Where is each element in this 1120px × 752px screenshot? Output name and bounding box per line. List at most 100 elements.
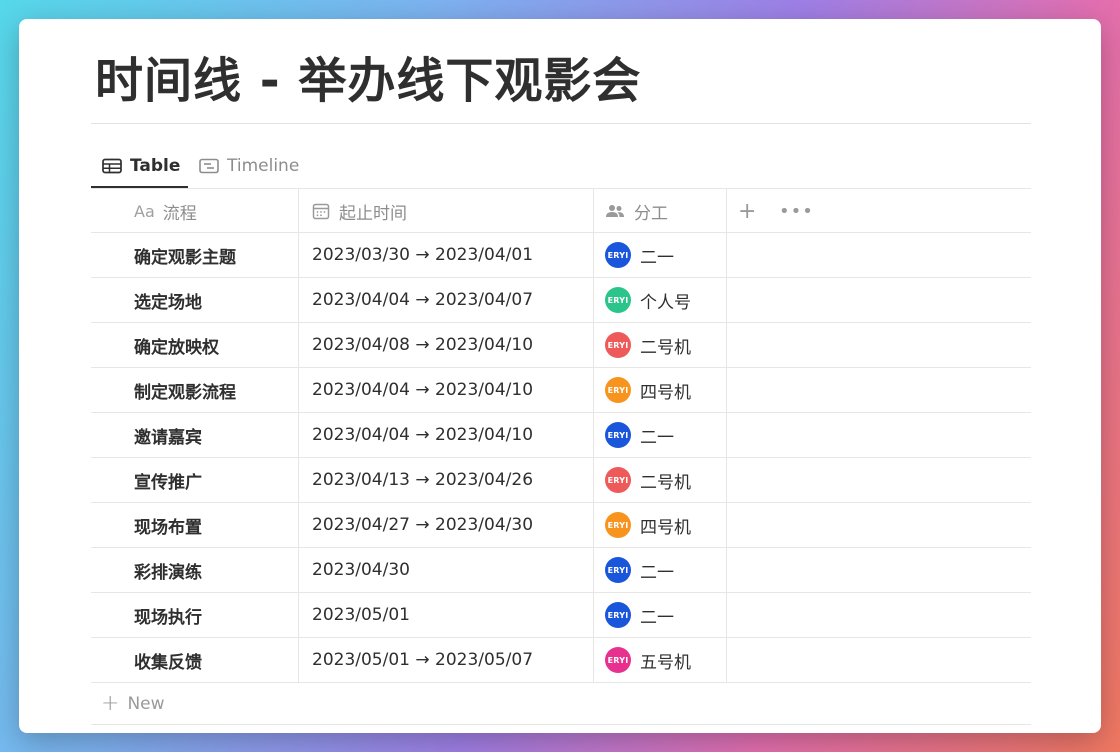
empty-cell[interactable] <box>726 233 1031 277</box>
table-row[interactable]: 现场布置 2023/04/27 → 2023/04/30 ERYI 四号机 <box>91 503 1031 548</box>
empty-cell[interactable] <box>726 323 1031 367</box>
table-row[interactable]: 宣传推广 2023/04/13 → 2023/04/26 ERYI 二号机 <box>91 458 1031 503</box>
row-dates: 2023/04/04 → 2023/04/10 <box>312 380 534 400</box>
assignee-cell[interactable]: ERYI 二一 <box>593 233 726 277</box>
empty-cell[interactable] <box>726 368 1031 412</box>
table-row[interactable]: 邀请嘉宾 2023/04/04 → 2023/04/10 ERYI 二一 <box>91 413 1031 458</box>
timeline-icon <box>199 158 219 173</box>
row-assignee: 二号机 <box>640 472 691 493</box>
assignee-cell[interactable]: ERYI 二一 <box>593 548 726 592</box>
dates-cell[interactable]: 2023/04/04 → 2023/04/10 <box>298 413 593 457</box>
notion-window: 时间线 - 举办线下观影会 Table Timeline Aa 流程 起止时间 … <box>19 19 1101 733</box>
avatar: ERYI <box>605 287 631 313</box>
row-dates: 2023/04/04 → 2023/04/10 <box>312 425 534 445</box>
row-name: 制定观影流程 <box>134 382 236 403</box>
dates-cell[interactable]: 2023/04/13 → 2023/04/26 <box>298 458 593 502</box>
table-row[interactable]: 收集反馈 2023/05/01 → 2023/05/07 ERYI 五号机 <box>91 638 1031 683</box>
tab-table[interactable]: Table <box>91 143 188 188</box>
dates-cell[interactable]: 2023/05/01 <box>298 593 593 637</box>
avatar: ERYI <box>605 242 631 268</box>
empty-cell[interactable] <box>726 413 1031 457</box>
avatar: ERYI <box>605 602 631 628</box>
name-cell[interactable]: 现场布置 <box>91 503 298 547</box>
empty-cell[interactable] <box>726 278 1031 322</box>
row-assignee: 二一 <box>640 607 674 628</box>
tab-timeline-label: Timeline <box>227 155 300 176</box>
table-row[interactable]: 制定观影流程 2023/04/04 → 2023/04/10 ERYI 四号机 <box>91 368 1031 413</box>
avatar: ERYI <box>605 557 631 583</box>
name-cell[interactable]: 选定场地 <box>91 278 298 322</box>
assignee-cell[interactable]: ERYI 二号机 <box>593 323 726 367</box>
row-assignee: 四号机 <box>640 517 691 538</box>
name-cell[interactable]: 现场执行 <box>91 593 298 637</box>
more-options-icon[interactable]: ••• <box>779 189 814 233</box>
row-assignee: 二一 <box>640 562 674 583</box>
row-assignee: 二一 <box>640 427 674 448</box>
row-assignee: 四号机 <box>640 382 691 403</box>
dates-cell[interactable]: 2023/04/08 → 2023/04/10 <box>298 323 593 367</box>
name-cell[interactable]: 彩排演练 <box>91 548 298 592</box>
row-name: 现场布置 <box>134 517 202 538</box>
avatar: ERYI <box>605 512 631 538</box>
dates-cell[interactable]: 2023/04/27 → 2023/04/30 <box>298 503 593 547</box>
new-row-label: New <box>127 693 165 714</box>
row-assignee: 个人号 <box>640 292 691 313</box>
avatar: ERYI <box>605 332 631 358</box>
name-cell[interactable]: 邀请嘉宾 <box>91 413 298 457</box>
assignee-cell[interactable]: ERYI 二号机 <box>593 458 726 502</box>
empty-cell[interactable] <box>726 458 1031 502</box>
column-header-dates[interactable]: 起止时间 <box>298 189 593 233</box>
page-title: 时间线 - 举办线下观影会 <box>95 53 642 109</box>
row-assignee: 五号机 <box>640 652 691 673</box>
row-name: 现场执行 <box>134 607 202 628</box>
table-body: 确定观影主题 2023/03/30 → 2023/04/01 ERYI 二一 选定场地 2… <box>91 233 1031 683</box>
database-table: Aa 流程 起止时间 分工 + ••• 确定观影主题 2023/03/30 → … <box>91 188 1031 725</box>
row-dates: 2023/03/30 → 2023/04/01 <box>312 245 534 265</box>
table-row[interactable]: 彩排演练 2023/04/30 ERYI 二一 <box>91 548 1031 593</box>
empty-cell[interactable] <box>726 638 1031 682</box>
avatar: ERYI <box>605 422 631 448</box>
row-dates: 2023/05/01 <box>312 605 410 625</box>
view-tabs: Table Timeline <box>91 143 1031 188</box>
new-row-button[interactable]: + New <box>91 683 1031 725</box>
empty-cell[interactable] <box>726 503 1031 547</box>
dates-cell[interactable]: 2023/03/30 → 2023/04/01 <box>298 233 593 277</box>
row-assignee: 二号机 <box>640 337 691 358</box>
column-header-name-label: 流程 <box>162 203 197 224</box>
column-header-name[interactable]: Aa 流程 <box>91 189 298 233</box>
name-cell[interactable]: 确定观影主题 <box>91 233 298 277</box>
column-header-assignee[interactable]: 分工 <box>593 189 726 233</box>
tab-timeline[interactable]: Timeline <box>199 143 319 188</box>
row-name: 邀请嘉宾 <box>134 427 202 448</box>
table-row[interactable]: 选定场地 2023/04/04 → 2023/04/07 ERYI 个人号 <box>91 278 1031 323</box>
assignee-cell[interactable]: ERYI 二一 <box>593 593 726 637</box>
empty-cell[interactable] <box>726 593 1031 637</box>
name-cell[interactable]: 宣传推广 <box>91 458 298 502</box>
name-cell[interactable]: 确定放映权 <box>91 323 298 367</box>
avatar: ERYI <box>605 467 631 493</box>
name-cell[interactable]: 制定观影流程 <box>91 368 298 412</box>
dates-cell[interactable]: 2023/04/04 → 2023/04/07 <box>298 278 593 322</box>
plus-icon: + <box>101 691 120 716</box>
empty-cell[interactable] <box>726 548 1031 592</box>
name-cell[interactable]: 收集反馈 <box>91 638 298 682</box>
row-dates: 2023/04/30 <box>312 560 410 580</box>
row-dates: 2023/04/13 → 2023/04/26 <box>312 470 534 490</box>
assignee-cell[interactable]: ERYI 五号机 <box>593 638 726 682</box>
people-icon <box>605 203 625 219</box>
table-row[interactable]: 确定放映权 2023/04/08 → 2023/04/10 ERYI 二号机 <box>91 323 1031 368</box>
assignee-cell[interactable]: ERYI 二一 <box>593 413 726 457</box>
tab-table-label: Table <box>130 155 181 176</box>
assignee-cell[interactable]: ERYI 四号机 <box>593 368 726 412</box>
add-column-plus-icon[interactable]: + <box>738 189 756 233</box>
table-row[interactable]: 现场执行 2023/05/01 ERYI 二一 <box>91 593 1031 638</box>
row-dates: 2023/04/04 → 2023/04/07 <box>312 290 534 310</box>
table-row[interactable]: 确定观影主题 2023/03/30 → 2023/04/01 ERYI 二一 <box>91 233 1031 278</box>
assignee-cell[interactable]: ERYI 四号机 <box>593 503 726 547</box>
dates-cell[interactable]: 2023/05/01 → 2023/05/07 <box>298 638 593 682</box>
dates-cell[interactable]: 2023/04/30 <box>298 548 593 592</box>
column-header-dates-label: 起止时间 <box>339 203 407 224</box>
table-header: Aa 流程 起止时间 分工 + ••• <box>91 188 1031 233</box>
dates-cell[interactable]: 2023/04/04 → 2023/04/10 <box>298 368 593 412</box>
assignee-cell[interactable]: ERYI 个人号 <box>593 278 726 322</box>
